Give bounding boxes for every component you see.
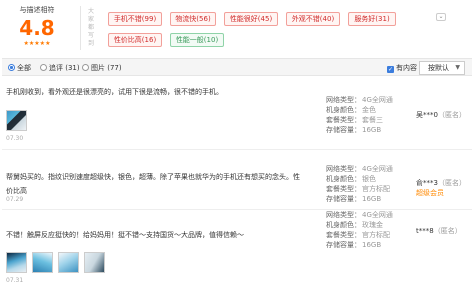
chevron-down-icon: ▼	[455, 64, 460, 71]
star-rating-icon: ★★★★★	[23, 40, 51, 47]
chevron-down-icon[interactable]: ⌄	[436, 13, 446, 21]
has-content-checkbox[interactable]: ✓ 有内容	[387, 63, 417, 73]
score-value: 4.8	[19, 16, 55, 40]
reviewer-name: 俞***3（匿名）	[416, 179, 466, 187]
filter-bar: 全部 追评 (31) 图片 (77) ✓ 有内容 按默认 ▼	[2, 58, 472, 76]
divider	[80, 6, 81, 50]
review-thumbnail[interactable]	[6, 252, 27, 273]
review-text: 不错！触屏反应挺快的！给妈妈用！挺不错～支持国货～大品牌，值得信赖～	[6, 231, 244, 239]
reviewer-name: t***8（匿名）	[416, 227, 462, 235]
review-text: 手机刚收到，看外观还是很漂亮的，试用下很是流畅，很不错的手机。	[6, 88, 223, 96]
review-date: 07.29	[6, 196, 24, 203]
rating-header: 与描述相符 4.8 ★★★★★ 大家都写到 手机不错(99) 物流快(56) 性…	[0, 0, 474, 58]
review-item: 不错！触屏反应挺快的！给妈妈用！挺不错～支持国货～大品牌，值得信赖～ 07.31…	[2, 211, 472, 296]
review-images	[6, 252, 110, 273]
review-thumbnail[interactable]	[32, 252, 53, 273]
product-specs: 网络类型：4G全网通 机身颜色：银色 套餐类型：官方标配 存储容量：16GB	[326, 165, 393, 203]
sort-select[interactable]: 按默认 ▼	[419, 61, 465, 75]
review-text: 帮舅妈买的。指纹识别速度超级快，银色，超薄。除了苹果也就华为的手机还有想买的念头…	[6, 173, 300, 195]
review-thumbnail[interactable]	[58, 252, 79, 273]
reviewer-name: 吴***0（匿名）	[416, 111, 466, 119]
product-specs: 网络类型：4G全网通 机身颜色：金色 套餐类型：套餐三 存储容量：16GB	[326, 96, 393, 134]
review-item: 帮舅妈买的。指纹识别速度超级快，银色，超薄。除了苹果也就华为的手机还有想买的念头…	[2, 165, 472, 210]
review-thumbnail[interactable]	[6, 110, 27, 131]
tag[interactable]: 外观不错(40)	[286, 12, 340, 26]
vip-badge: 超级会员	[416, 189, 444, 197]
product-specs: 网络类型：4G全网通 机身颜色：玫瑰金 套餐类型：官方标配 存储容量：16GB	[326, 211, 393, 249]
score-box: 与描述相符 4.8 ★★★★★	[2, 5, 72, 47]
score-label: 与描述相符	[19, 6, 55, 14]
filter-images-radio[interactable]: 图片 (77)	[82, 63, 122, 73]
filter-all-radio[interactable]: 全部	[8, 63, 31, 73]
tag[interactable]: 性能很好(45)	[224, 12, 278, 26]
tag[interactable]: 服务好(31)	[348, 12, 396, 26]
tags-caption: 大家都写到	[88, 8, 95, 47]
tag[interactable]: 手机不错(99)	[108, 12, 162, 26]
filter-followup-radio[interactable]: 追评 (31)	[40, 63, 80, 73]
review-item: 手机刚收到，看外观还是很漂亮的，试用下很是流畅，很不错的手机。 07.30 网络…	[2, 84, 472, 150]
tag[interactable]: 性能一般(10)	[170, 33, 224, 47]
review-images	[6, 110, 32, 131]
tag[interactable]: 物流快(56)	[170, 12, 216, 26]
review-thumbnail[interactable]	[84, 252, 105, 273]
review-date: 07.31	[6, 277, 24, 284]
tag[interactable]: 性价比高(16)	[108, 33, 162, 47]
review-date: 07.30	[6, 135, 24, 142]
